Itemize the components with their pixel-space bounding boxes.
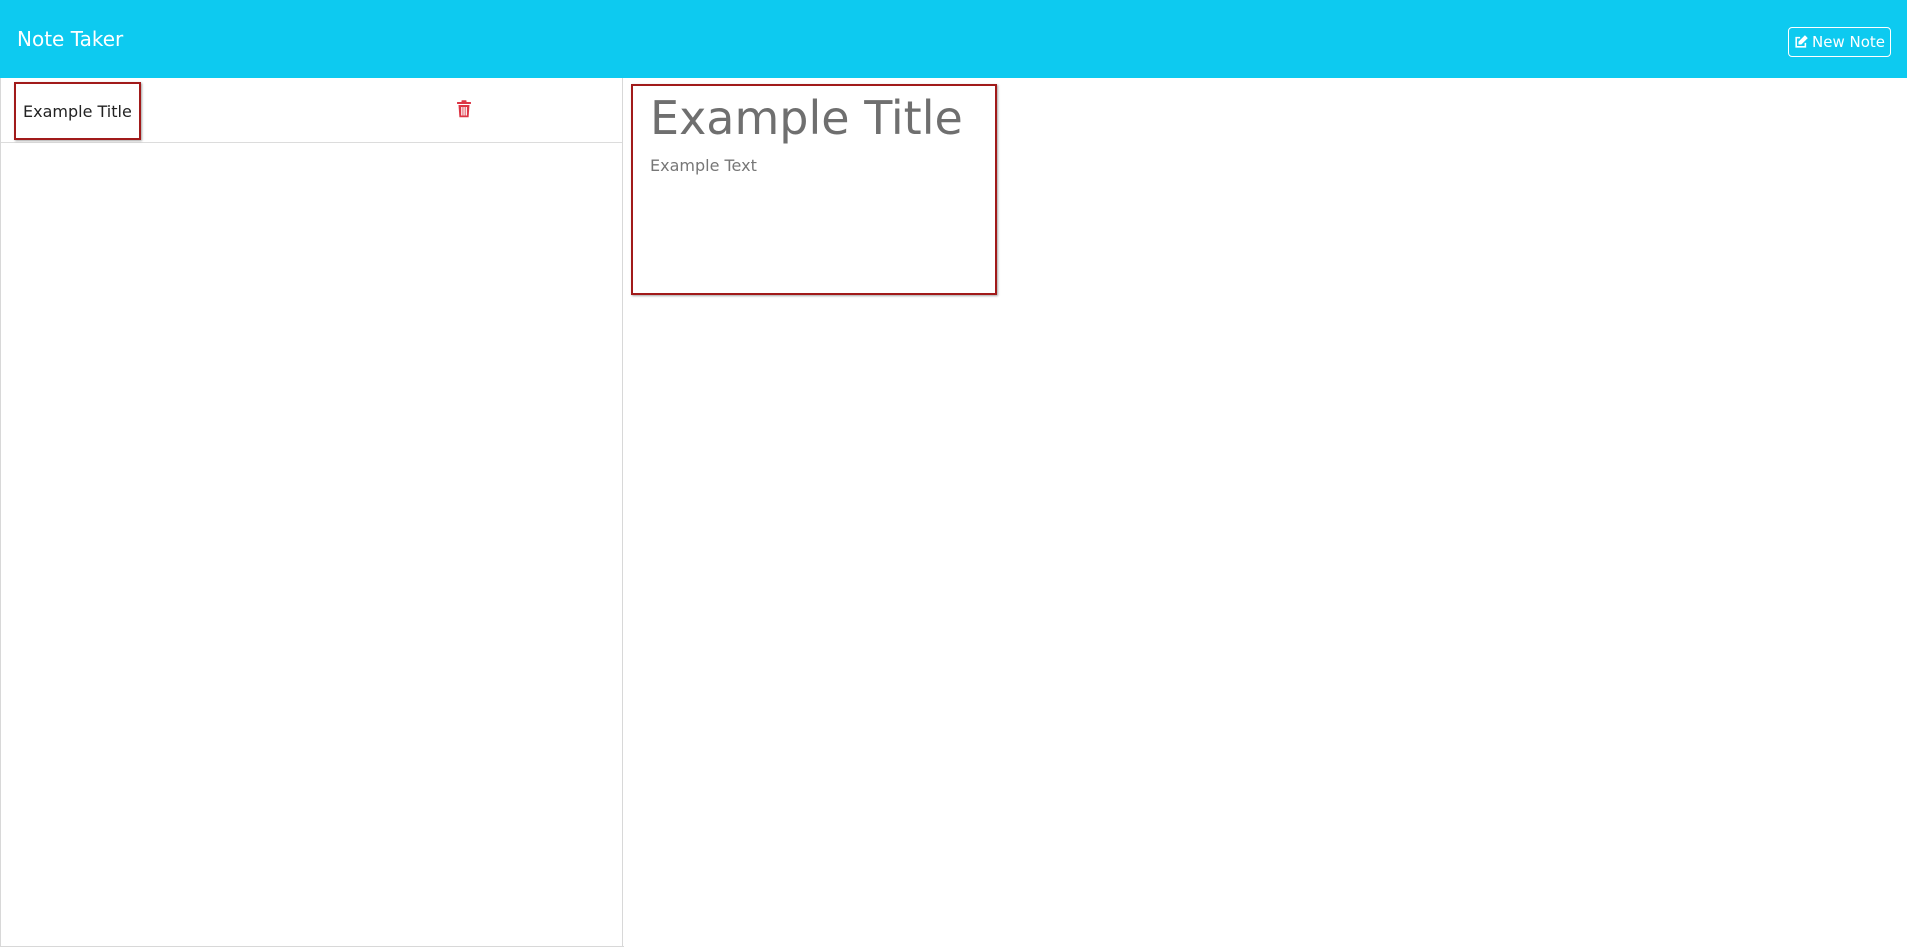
new-note-button[interactable]: New Note bbox=[1788, 27, 1891, 57]
edit-icon bbox=[1794, 35, 1808, 49]
app-title[interactable]: Note Taker bbox=[17, 26, 123, 52]
notes-list: Example Title bbox=[0, 78, 624, 947]
list-item[interactable]: Example Title bbox=[1, 78, 622, 143]
navbar: Note Taker New Note bbox=[0, 0, 1907, 78]
note-text-area[interactable]: Example Text bbox=[650, 156, 985, 175]
note-editor[interactable]: Example Title Example Text bbox=[631, 84, 997, 295]
note-list-title[interactable]: Example Title bbox=[14, 82, 141, 140]
new-note-label: New Note bbox=[1812, 33, 1885, 51]
trash-icon[interactable] bbox=[456, 100, 474, 120]
note-title-input[interactable]: Example Title bbox=[650, 88, 985, 148]
